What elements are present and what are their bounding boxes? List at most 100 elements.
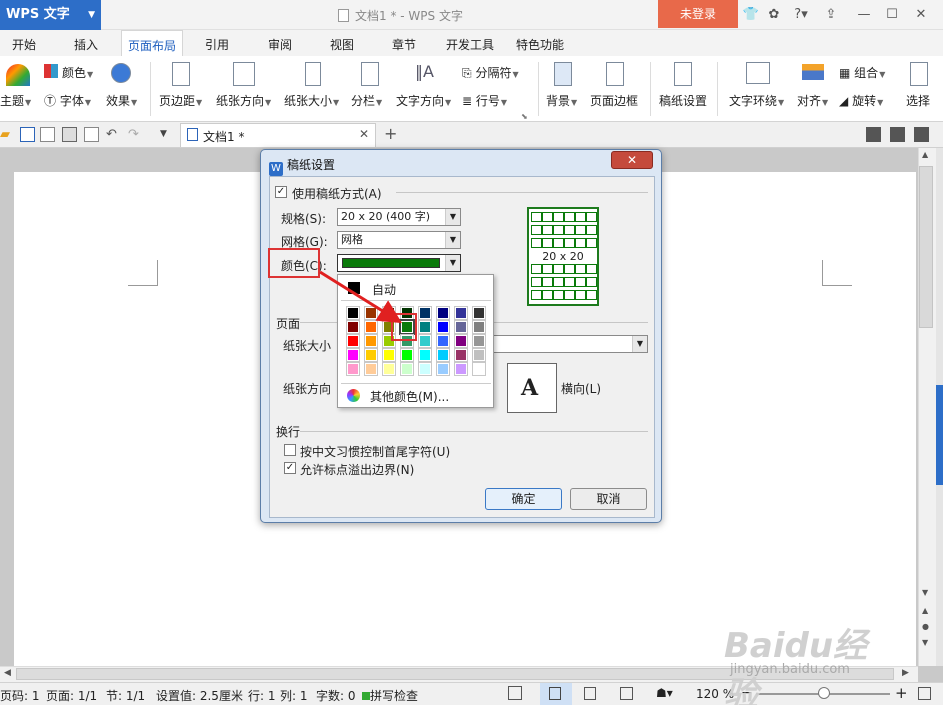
close-icon[interactable]: ✕ [611,151,653,169]
collapse-ribbon-icon[interactable] [890,127,905,142]
group-button[interactable]: ▦ 组合▼ [839,64,885,81]
prev-page-icon[interactable]: ▲ [922,606,928,615]
print-preview-icon[interactable] [84,127,99,142]
orientation-button[interactable]: 纸张方向▼ [216,92,271,109]
chat-icon[interactable]: ✿ [765,6,783,24]
align-button[interactable]: 对齐▼ [797,92,828,109]
select-browse-icon[interactable]: ● [922,622,929,631]
line-numbers-button[interactable]: ≣ 行号▼ [462,92,507,109]
color-swatch[interactable] [454,306,468,320]
color-swatch[interactable] [382,362,396,376]
ok-button[interactable]: 确定 [485,488,562,510]
reading-view-icon[interactable] [620,687,633,700]
new-tab-icon[interactable]: + [384,124,397,143]
close-icon[interactable]: ✕ [912,6,930,24]
document-tab[interactable]: 文档1 * ✕ [180,123,376,147]
color-swatch[interactable] [382,348,396,362]
separator-button[interactable]: ⎘ 分隔符▼ [462,64,519,81]
next-page-icon[interactable]: ▼ [922,638,928,647]
columns-button[interactable]: 分栏▼ [351,92,382,109]
print-icon[interactable] [62,127,77,142]
dialog-launcher-icon[interactable]: ⬊ [521,112,528,121]
paper-size-button[interactable]: 纸张大小▼ [284,92,339,109]
color-swatch[interactable] [346,362,360,376]
scroll-left-icon[interactable]: ◀ [4,668,11,678]
color-swatch[interactable] [364,362,378,376]
fit-page-icon[interactable] [918,687,931,700]
color-swatch[interactable] [436,362,450,376]
focus-mode-icon[interactable] [508,686,522,700]
color-swatch[interactable] [418,362,432,376]
color-swatch[interactable] [472,306,486,320]
save-icon[interactable] [20,127,35,142]
color-swatch[interactable] [364,348,378,362]
ribbon-options-icon[interactable] [914,127,929,142]
spec-dropdown[interactable]: 20 x 20 (400 字) ▼ [337,208,461,226]
spell-check-toggle[interactable]: 拼写检查 [362,687,418,704]
color-swatch[interactable] [454,348,468,362]
manuscript-setup-button[interactable]: 稿纸设置 [659,92,707,109]
color-swatch[interactable] [454,334,468,348]
landscape-label[interactable]: 横向(L) [561,380,601,397]
tab-page-layout[interactable]: 页面布局 [121,30,184,57]
landscape-preview[interactable]: A [507,363,557,413]
color-swatch[interactable] [364,334,378,348]
minimize-icon[interactable]: — [855,6,873,24]
color-scheme-button[interactable]: 颜色▼ [62,64,93,81]
page-view-button[interactable] [540,683,572,705]
app-menu-button[interactable]: WPS 文字 ▼ [0,0,101,30]
tab-features[interactable]: 特色功能 [516,36,564,53]
scroll-right-icon[interactable]: ▶ [902,668,909,678]
outline-view-icon[interactable] [584,687,596,700]
color-swatch[interactable] [436,320,450,334]
tab-sections[interactable]: 章节 [392,36,416,53]
tab-home[interactable]: 开始 [12,36,36,53]
effects-button[interactable]: 效果▼ [106,92,137,109]
theme-button[interactable]: 主题▼ [0,92,31,109]
scroll-up-icon[interactable]: ▲ [922,150,928,159]
zoom-in-icon[interactable]: + [895,684,908,702]
upload-icon[interactable]: ⇪ [822,6,840,24]
margins-button[interactable]: 页边距▼ [159,92,202,109]
close-tab-icon[interactable]: ✕ [359,127,369,141]
tab-view[interactable]: 视图 [330,36,354,53]
color-swatch[interactable] [472,362,486,376]
use-manuscript-checkbox[interactable]: ✓ [275,186,287,198]
docs-list-icon[interactable] [866,127,881,142]
tab-references[interactable]: 引用 [205,36,229,53]
maximize-icon[interactable]: ☐ [883,6,901,24]
color-swatch[interactable] [436,348,450,362]
punct-overflow-checkbox[interactable]: ✓ [284,462,296,474]
tab-developer[interactable]: 开发工具 [446,36,494,53]
color-swatch[interactable] [418,320,432,334]
background-button[interactable]: 背景▼ [546,92,577,109]
color-swatch[interactable] [418,334,432,348]
more-colors-option[interactable]: 其他颜色(M)... [341,387,491,405]
cancel-button[interactable]: 取消 [570,488,647,510]
open-icon[interactable]: ▰ [0,127,15,142]
color-swatch[interactable] [418,306,432,320]
color-swatch[interactable] [472,348,486,362]
paper-size-dropdown[interactable]: ▼ [488,335,648,353]
export-pdf-icon[interactable] [40,127,55,142]
font-button[interactable]: Ⓣ 字体▼ [44,92,91,109]
color-swatch[interactable] [346,334,360,348]
color-swatch[interactable] [454,320,468,334]
page-border-button[interactable]: 页面边框 [590,92,638,109]
vertical-scroll-thumb[interactable] [919,166,933,328]
color-swatch[interactable] [436,306,450,320]
text-direction-button[interactable]: 文字方向▼ [396,92,451,109]
scroll-down-icon[interactable]: ▼ [922,588,928,597]
color-swatch[interactable] [472,320,486,334]
color-swatch[interactable] [436,334,450,348]
text-wrap-button[interactable]: 文字环绕▼ [729,92,784,109]
color-swatch[interactable] [346,348,360,362]
login-button[interactable]: 未登录 [658,0,738,28]
tab-review[interactable]: 审阅 [268,36,292,53]
grid-dropdown[interactable]: 网格 ▼ [337,231,461,249]
side-panel-toggle[interactable] [936,385,943,485]
tab-insert[interactable]: 插入 [74,36,98,53]
undo-icon[interactable]: ↶ [106,127,121,142]
color-swatch[interactable] [400,362,414,376]
skin-icon[interactable]: 👕 [742,6,760,24]
